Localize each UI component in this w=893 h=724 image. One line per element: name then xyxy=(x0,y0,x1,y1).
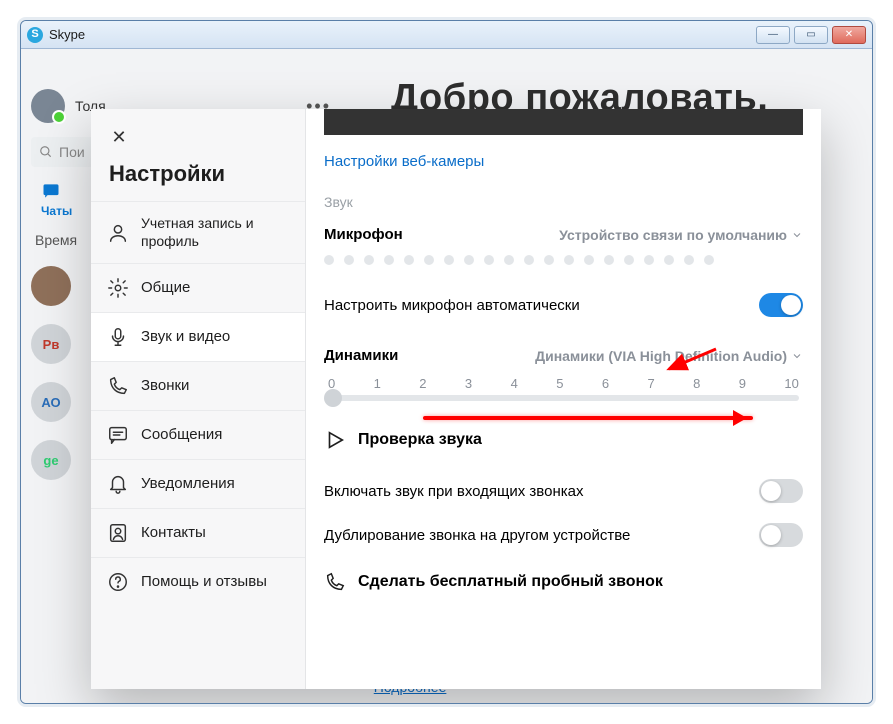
mic-auto-adjust-label: Настроить микрофон автоматически xyxy=(324,297,580,314)
test-audio-label: Проверка звука xyxy=(358,431,482,449)
microphone-device-select[interactable]: Устройство связи по умолчанию xyxy=(559,227,803,243)
nav-notifications-label: Уведомления xyxy=(141,475,289,494)
chat-avatar: АО xyxy=(31,382,71,422)
chevron-down-icon xyxy=(791,350,803,362)
webcam-settings-link[interactable]: Настройки веб-камеры xyxy=(306,135,821,194)
microphone-device-value: Устройство связи по умолчанию xyxy=(559,227,787,243)
ring-incoming-toggle[interactable] xyxy=(759,479,803,503)
tick: 2 xyxy=(419,376,426,391)
person-icon xyxy=(107,222,129,244)
mic-auto-adjust-toggle[interactable] xyxy=(759,293,803,317)
speaker-volume-scale: 0 1 2 3 4 5 6 7 8 9 10 xyxy=(306,374,821,391)
ring-dup-row: Дублирование звонка на другом устройстве xyxy=(306,513,821,557)
play-icon xyxy=(324,429,346,451)
test-audio-button[interactable]: Проверка звука xyxy=(306,421,821,469)
speaker-volume-slider[interactable] xyxy=(328,395,799,401)
microphone-level-meter xyxy=(306,253,821,283)
microphone-label: Микрофон xyxy=(324,226,403,243)
free-test-call-button[interactable]: Сделать бесплатный пробный звонок xyxy=(306,557,821,607)
window-controls: — ▭ ✕ xyxy=(756,26,866,44)
gear-icon xyxy=(107,277,129,299)
minimize-button[interactable]: — xyxy=(756,26,790,44)
nav-messaging[interactable]: Сообщения xyxy=(91,410,305,459)
ring-dup-toggle[interactable] xyxy=(759,523,803,547)
title-bar[interactable]: S Skype — ▭ ✕ xyxy=(21,21,872,49)
annotation-arrow-diagonal xyxy=(661,347,721,373)
phone-icon xyxy=(107,375,129,397)
speakers-row: Динамики Динамики (VIA High Definition A… xyxy=(306,337,821,374)
settings-title: Настройки xyxy=(91,155,305,201)
tick: 10 xyxy=(784,376,798,391)
sound-section-label: Звук xyxy=(306,194,821,216)
tick: 6 xyxy=(602,376,609,391)
phone-icon xyxy=(324,571,346,593)
tick: 8 xyxy=(693,376,700,391)
tick: 5 xyxy=(556,376,563,391)
bell-icon xyxy=(107,473,129,495)
settings-modal: ✕ Настройки Учетная запись и профиль Общ… xyxy=(91,109,821,689)
nav-audio-video[interactable]: Звук и видео xyxy=(91,312,305,361)
slider-thumb[interactable] xyxy=(324,389,342,407)
ring-incoming-row: Включать звук при входящих звонках xyxy=(306,469,821,513)
maximize-button[interactable]: ▭ xyxy=(794,26,828,44)
free-test-call-label: Сделать бесплатный пробный звонок xyxy=(358,573,663,591)
tick: 3 xyxy=(465,376,472,391)
nav-messaging-label: Сообщения xyxy=(141,426,289,445)
skype-logo-icon: S xyxy=(27,27,43,43)
microphone-icon xyxy=(107,326,129,348)
annotation-arrow-horizontal xyxy=(423,416,753,420)
nav-calling[interactable]: Звонки xyxy=(91,361,305,410)
window-frame: S Skype — ▭ ✕ Добро пожаловать, Толя •••… xyxy=(20,20,873,704)
tick: 7 xyxy=(647,376,654,391)
search-placeholder: Пои xyxy=(59,144,85,160)
ring-incoming-label: Включать звук при входящих звонках xyxy=(324,483,583,500)
close-window-button[interactable]: ✕ xyxy=(832,26,866,44)
microphone-row: Микрофон Устройство связи по умолчанию xyxy=(306,216,821,253)
message-icon xyxy=(107,424,129,446)
tab-chats[interactable]: Чаты xyxy=(41,181,72,218)
nav-help[interactable]: Помощь и отзывы xyxy=(91,557,305,606)
nav-help-label: Помощь и отзывы xyxy=(141,573,289,592)
mic-auto-adjust-row: Настроить микрофон автоматически xyxy=(306,283,821,327)
chat-avatar xyxy=(31,266,71,306)
speakers-label: Динамики xyxy=(324,347,398,364)
nav-account[interactable]: Учетная запись и профиль xyxy=(91,201,305,263)
close-settings-button[interactable]: ✕ xyxy=(101,119,137,155)
window-title: Skype xyxy=(49,27,85,42)
camera-preview-bar xyxy=(324,109,803,135)
nav-general[interactable]: Общие xyxy=(91,263,305,312)
nav-notifications[interactable]: Уведомления xyxy=(91,459,305,508)
nav-contacts-label: Контакты xyxy=(141,524,289,543)
help-icon xyxy=(107,571,129,593)
settings-panel: Настройки веб-камеры Звук Микрофон Устро… xyxy=(306,109,821,689)
ring-dup-label: Дублирование звонка на другом устройстве xyxy=(324,527,630,544)
nav-audio-video-label: Звук и видео xyxy=(141,328,289,347)
contacts-icon xyxy=(107,522,129,544)
avatar[interactable] xyxy=(31,89,65,123)
nav-contacts[interactable]: Контакты xyxy=(91,508,305,557)
tab-chats-label: Чаты xyxy=(41,204,72,218)
chat-avatar: Рв xyxy=(31,324,71,364)
settings-nav: ✕ Настройки Учетная запись и профиль Общ… xyxy=(91,109,306,689)
nav-general-label: Общие xyxy=(141,279,289,298)
chat-icon xyxy=(41,181,61,201)
nav-account-label: Учетная запись и профиль xyxy=(141,215,289,250)
tick: 1 xyxy=(374,376,381,391)
tick: 4 xyxy=(511,376,518,391)
nav-calling-label: Звонки xyxy=(141,377,289,396)
search-icon xyxy=(39,145,53,159)
chevron-down-icon xyxy=(791,229,803,241)
tick: 9 xyxy=(739,376,746,391)
chat-avatar: ge xyxy=(31,440,71,480)
